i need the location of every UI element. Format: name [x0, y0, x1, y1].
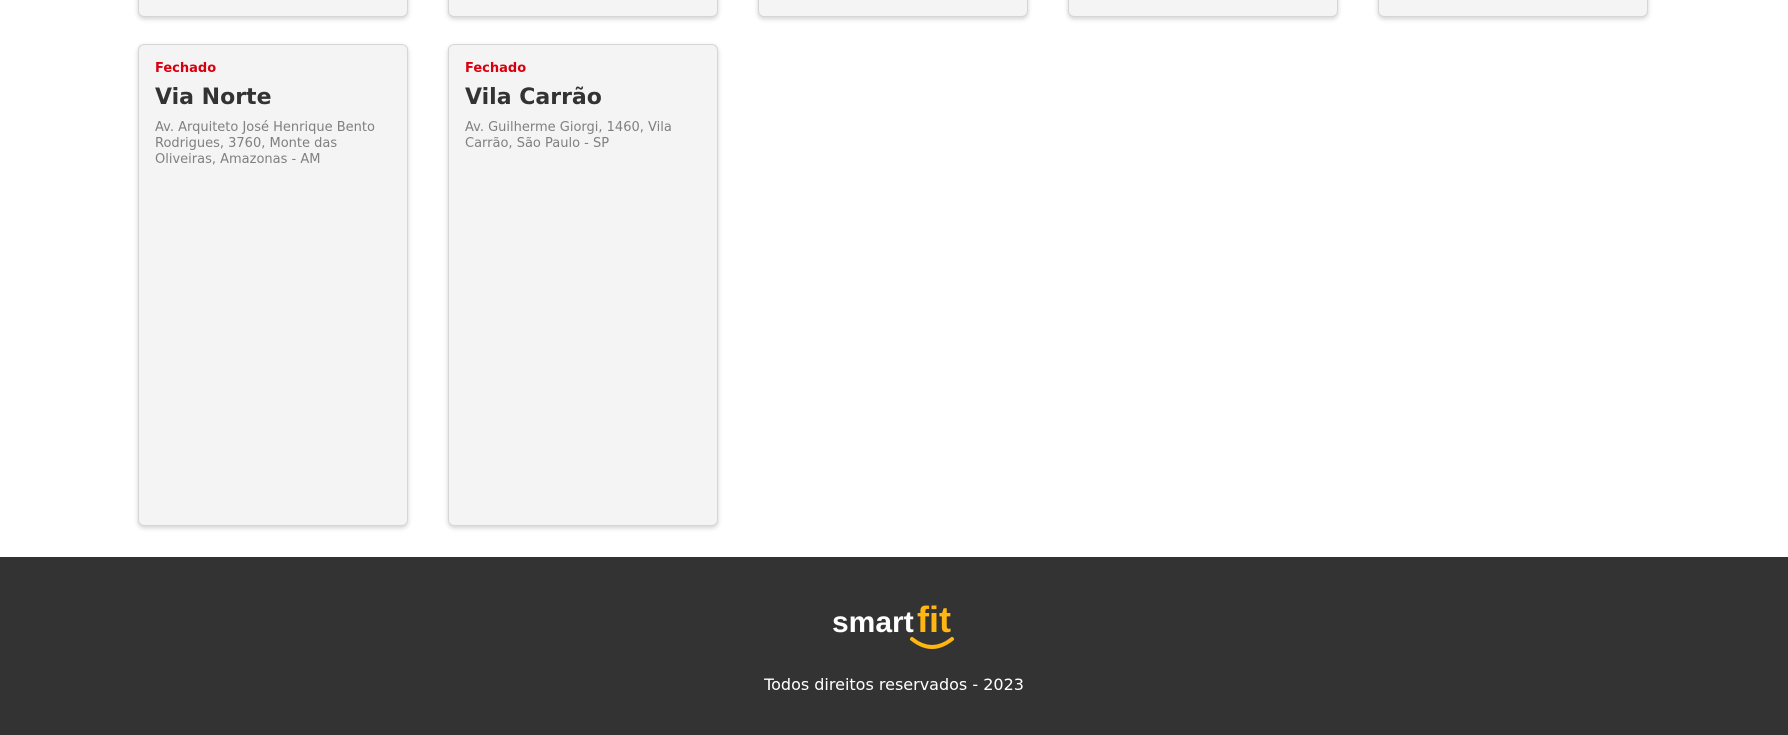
logo-text-smart: smart — [832, 606, 914, 639]
unit-address: Av. Arquiteto José Henrique Bento Rodrig… — [155, 120, 375, 168]
unit-status: Fechado — [465, 61, 527, 76]
unit-card-partial[interactable] — [1378, 0, 1648, 17]
unit-status: Fechado — [155, 61, 217, 76]
unit-card-vila-carrao[interactable]: Fechado Vila Carrão Av. Guilherme Giorgi… — [448, 44, 718, 526]
site-footer: smart fit Todos direitos reservados - 20… — [0, 557, 1788, 735]
copyright-text: Todos direitos reservados - 2023 — [764, 675, 1024, 694]
unit-card-partial[interactable] — [448, 0, 718, 17]
unit-title: Vila Carrão — [465, 84, 602, 110]
unit-address: Av. Guilherme Giorgi, 1460, Vila Carrão,… — [465, 120, 672, 152]
unit-card-partial[interactable] — [138, 0, 408, 17]
unit-card-via-norte[interactable]: Fechado Via Norte Av. Arquiteto José Hen… — [138, 44, 408, 526]
logo-smile-icon — [910, 637, 954, 649]
unit-title: Via Norte — [155, 84, 272, 110]
unit-card-partial[interactable] — [758, 0, 1028, 17]
page: Fechado Via Norte Av. Arquiteto José Hen… — [0, 0, 1788, 735]
logo-text-fit: fit — [917, 599, 951, 640]
smartfit-logo: smart fit — [832, 599, 954, 649]
unit-card-partial[interactable] — [1068, 0, 1338, 17]
